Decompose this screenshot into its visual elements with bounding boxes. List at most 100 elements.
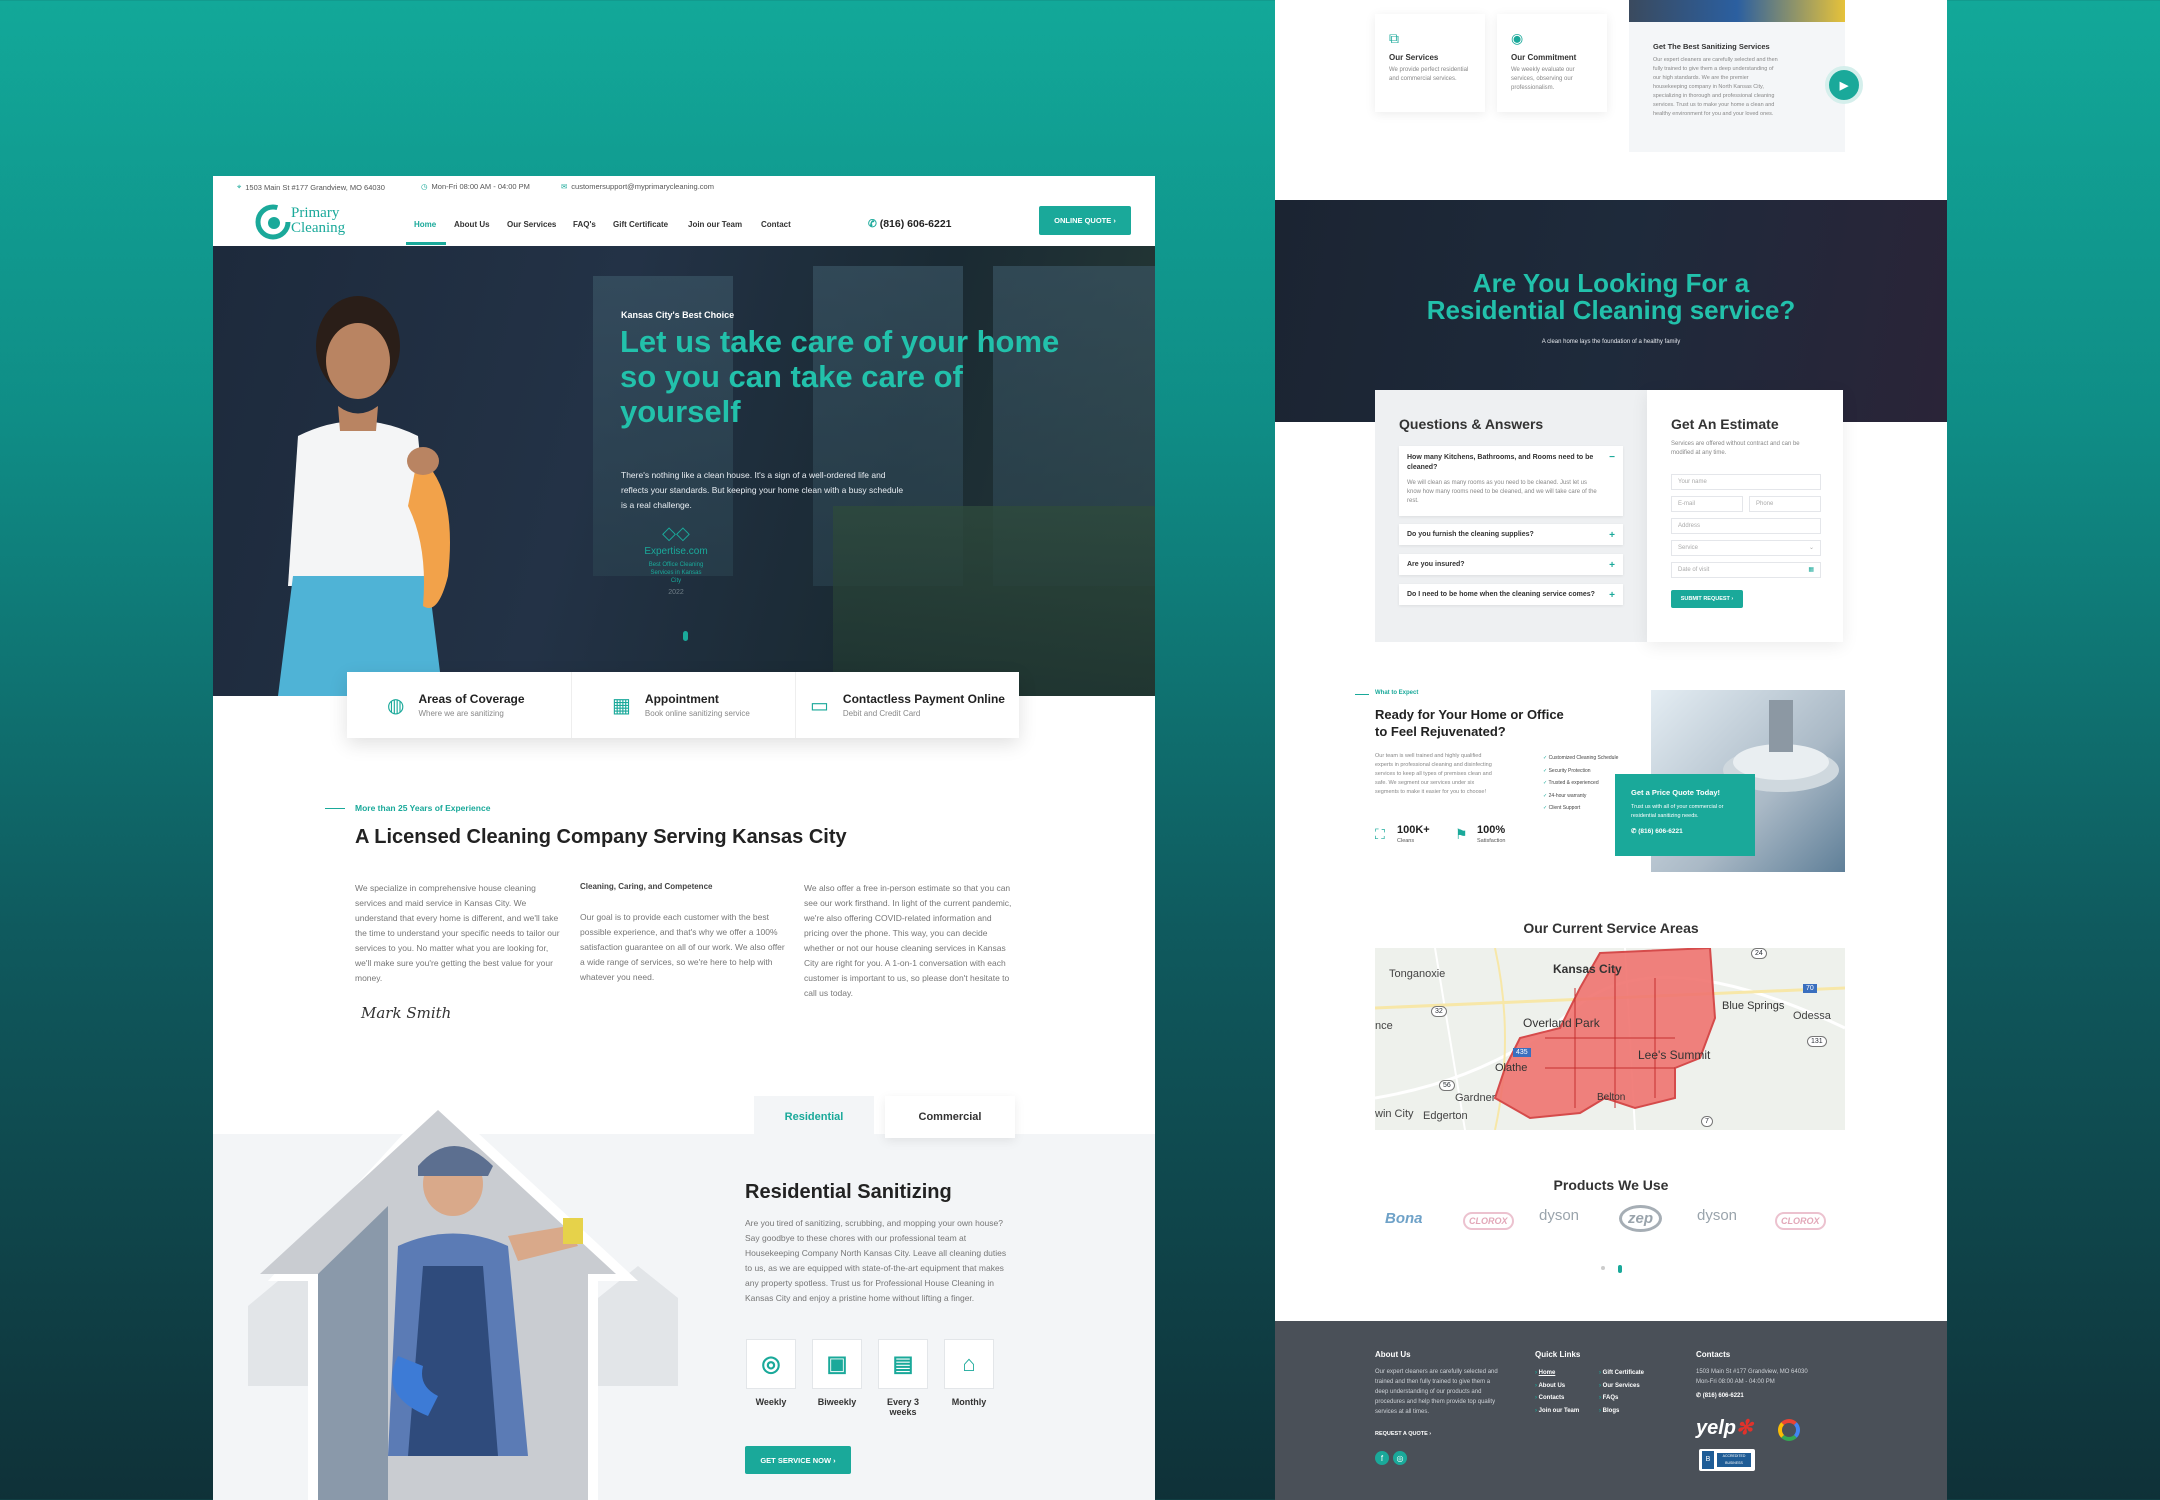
service-area-map[interactable]: Tonganoxie Kansas City Overland Park Blu… [1375,948,1845,1130]
brand-logo-clorox: CLOROX [1775,1212,1826,1230]
feature-appointment[interactable]: ▦ Appointment Book online sanitizing serv… [571,672,795,738]
faq-item[interactable]: Do you furnish the cleaning supplies? + [1399,524,1623,545]
brand-logo-zep: zep [1619,1205,1663,1232]
nav-gift-certificate[interactable]: Gift Certificate [613,220,668,229]
faq-item[interactable]: Do I need to be home when the cleaning s… [1399,584,1623,605]
route-marker: 32 [1431,1006,1447,1017]
faq-title: Questions & Answers [1399,416,1544,432]
check-item: ✓ 24-hour warranty [1543,792,1587,799]
quick-links-col-1: › Home › About Us › Contacts › Join our … [1535,1367,1579,1417]
expect-title: Ready for Your Home or Office to Feel Re… [1375,707,1564,739]
estimate-title: Get An Estimate [1671,416,1779,432]
chevron-right-icon: › [1111,216,1116,225]
footer-link[interactable]: › Home [1535,1367,1579,1380]
faq-item[interactable]: Are you insured? + [1399,554,1623,575]
nav-active-indicator [406,242,446,245]
footer-link[interactable]: › Gift Certificate [1599,1367,1644,1380]
hero-title: Let us take care of your home so you can… [620,324,1060,429]
footer-link[interactable]: › About Us [1535,1380,1579,1393]
video-card: Get The Best Sanitizing Services Our exp… [1629,0,1863,152]
our-commitment-card[interactable]: ◉ Our Commitment We weekly evaluate our … [1497,14,1607,112]
tab-commercial[interactable]: Commercial [885,1096,1015,1138]
calendar-icon: ▦ [612,694,631,717]
chevron-down-icon: ⌄ [1808,545,1814,551]
nav-services[interactable]: Our Services [507,220,556,229]
instagram-icon[interactable]: ◎ [1393,1451,1407,1465]
play-video-button[interactable]: ▶ [1825,66,1863,104]
nav-join-team[interactable]: Join our Team [688,220,742,229]
address-field[interactable]: Address [1671,518,1821,534]
footer-phone[interactable]: ✆ (816) 606-6221 [1696,1391,1744,1401]
logo[interactable]: Primary Cleaning [255,202,365,242]
date-field[interactable]: Date of visit ▦ [1671,562,1821,578]
facebook-icon[interactable]: f [1375,1451,1389,1465]
chevron-right-icon: › [1729,596,1734,602]
route-marker: 56 [1439,1080,1455,1091]
route-marker: 70 [1803,984,1817,993]
footer-link[interactable]: › Join our Team [1535,1405,1579,1418]
route-marker: 435 [1513,1048,1531,1057]
mail-icon: ✉ [561,182,568,191]
google-icon[interactable] [1778,1419,1800,1441]
frequency-monthly[interactable]: ⌂ Monthly [943,1339,995,1407]
footer-link[interactable]: › Our Services [1599,1380,1644,1393]
phone-icon: ✆ [868,218,880,230]
submit-request-button[interactable]: SUBMIT REQUEST › [1671,590,1743,608]
footer-request-quote-link[interactable]: REQUEST A QUOTE › [1375,1431,1431,1437]
check-item: ✓ Customized Cleaning Schedule [1543,755,1619,761]
route-marker: 131 [1807,1036,1827,1047]
expand-icon: + [1609,590,1615,601]
brand-logo-clorox: CLOROX [1463,1212,1514,1230]
top-info-bar: ⌖ 1503 Main St #177 Grandview, MO 64030 ◷… [213,176,1155,198]
frequency-weekly[interactable]: ◎ Weekly [745,1339,797,1407]
about-eyebrow: More than 25 Years of Experience [355,803,491,813]
footer-link[interactable]: › Blogs [1599,1405,1644,1418]
monthly-icon: ⌂ [944,1339,994,1389]
footer-link[interactable]: › Contacts [1535,1392,1579,1405]
residential-banner: Are You Looking For a Residential Cleanin… [1275,200,1947,422]
slider-dot[interactable] [683,631,688,641]
price-quote-box[interactable]: Get a Price Quote Today! Trust us with a… [1615,774,1755,856]
carousel-dot-active[interactable] [1618,1265,1622,1273]
carousel-dot[interactable] [1601,1266,1605,1270]
email-field[interactable]: E-mail [1671,496,1743,512]
calendar-icon: ▦ [1808,567,1814,573]
phone-field[interactable]: Phone [1749,496,1821,512]
commitment-icon: ◉ [1511,30,1524,46]
check-item: ✓ Trusted & experienced [1543,780,1599,786]
name-field[interactable]: Your name [1671,474,1821,490]
nav-contact[interactable]: Contact [761,220,791,229]
our-services-card[interactable]: ⧉ Our Services We provide perfect reside… [1375,14,1485,112]
residential-title: Are You Looking For a Residential Cleanin… [1426,268,1796,325]
feature-contactless-payment[interactable]: ▭ Contactless Payment Online Debit and Cr… [795,672,1019,738]
service-select[interactable]: Service ⌄ [1671,540,1821,556]
yelp-logo[interactable]: yelp✻ [1696,1415,1753,1440]
logo-icon [255,204,291,240]
site-footer: About Us Our expert cleaners are careful… [1275,1321,1947,1500]
address-info: ⌖ 1503 Main St #177 Grandview, MO 64030 [237,182,385,192]
nav-about[interactable]: About Us [454,220,490,229]
online-quote-button[interactable]: ONLINE QUOTE › [1039,206,1131,235]
footer-link[interactable]: › FAQs [1599,1392,1644,1405]
email-info[interactable]: ✉ customersupport@myprimarycleaning.com [561,182,714,191]
expect-checklist: ✓ Customized Cleaning Schedule ✓ Securit… [1543,752,1618,815]
get-service-now-button[interactable]: GET SERVICE NOW › [745,1446,851,1474]
nav-phone[interactable]: ✆ (816) 606-6221 [868,218,952,230]
feature-areas-coverage[interactable]: ◍ Areas of Coverage Where we are sanitizi… [347,672,571,738]
chevron-right-icon: › [1427,1431,1432,1437]
frequency-biweekly[interactable]: ▣ Biweekly [811,1339,863,1407]
frequency-every-3-weeks[interactable]: ▤ Every 3 weeks [877,1339,929,1417]
footer-address: 1503 Main St #177 Grandview, MO 64030 [1696,1369,1808,1375]
tab-residential[interactable]: Residential [754,1096,874,1138]
about-column-3: We also offer a free in-person estimate … [804,883,1012,998]
faq-item-open[interactable]: How many Kitchens, Bathrooms, and Rooms … [1399,446,1623,516]
bbb-badge[interactable]: B ACCREDITED BUSINESS [1699,1449,1755,1471]
homepage-mockup: ⌖ 1503 Main St #177 Grandview, MO 64030 ◷… [213,176,1155,1500]
hours-info: ◷ Mon-Fri 08:00 AM - 04:00 PM [421,182,530,191]
footer-about-text: Our expert cleaners are carefully select… [1375,1369,1498,1415]
nav-home[interactable]: Home [414,220,436,229]
nav-faq[interactable]: FAQ's [573,220,596,229]
services-icon: ⧉ [1389,30,1399,46]
about-column-2: Our goal is to provide each customer wit… [580,912,785,982]
about-column-1: We specialize in comprehensive house cle… [355,883,560,983]
